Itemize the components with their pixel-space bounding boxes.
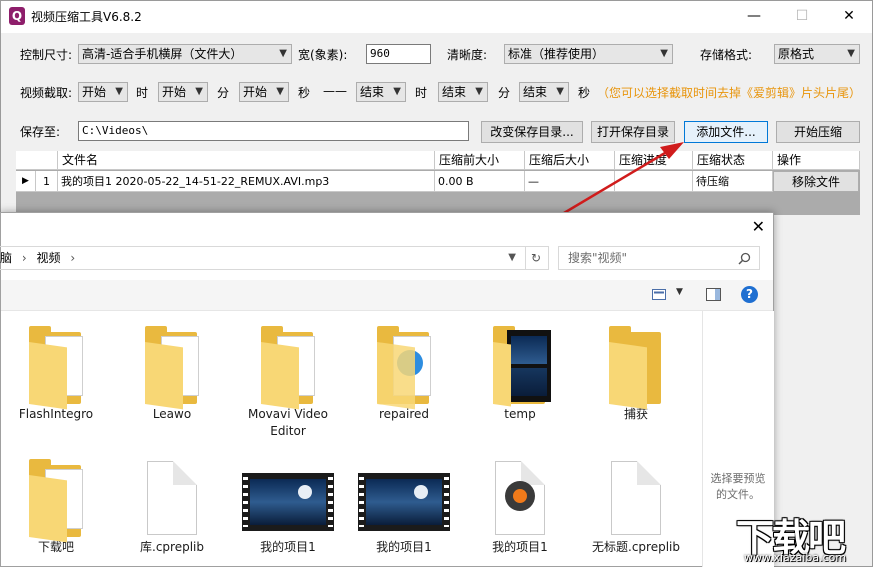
item-label: 下载吧 <box>37 540 74 554</box>
file-item[interactable]: 库.cpreplib <box>120 459 224 556</box>
item-label: 我的项目1 <box>260 540 316 554</box>
document-icon <box>605 459 667 537</box>
dialog-toolbar: ▼ ? <box>1 280 773 311</box>
item-label: 无标题.cpreplib <box>592 540 680 554</box>
document-icon <box>141 459 203 537</box>
folder-item[interactable]: Movavi Video Editor <box>236 326 340 440</box>
file-item[interactable]: 我的项目1 <box>468 459 572 556</box>
search-input[interactable]: 搜索"视频" <box>558 246 760 270</box>
folder-item[interactable]: temp <box>468 326 572 423</box>
folder-item[interactable]: 捕获 <box>584 326 688 423</box>
preview-pane-icon[interactable] <box>706 288 721 301</box>
item-label: FlashIntegro <box>18 407 94 421</box>
item-label: repaired <box>378 407 430 421</box>
file-item[interactable]: 无标题.cpreplib <box>584 459 688 556</box>
folder-item[interactable]: FlashIntegro <box>4 326 108 423</box>
address-bar[interactable]: 脑 › 视频 › ▼ ↻ <box>0 246 549 270</box>
search-icon[interactable] <box>738 252 751 265</box>
watermark-logo: 下载吧 www.xiazaiba.com <box>736 507 870 565</box>
item-label: Leawo <box>152 407 192 421</box>
file-item[interactable]: 我的项目1 <box>236 459 340 555</box>
dialog-close-icon[interactable]: ✕ <box>752 217 765 236</box>
view-options-icon[interactable] <box>652 289 666 300</box>
refresh-icon[interactable]: ↻ <box>525 247 546 269</box>
folder-item[interactable]: Leawo <box>120 326 224 423</box>
help-icon[interactable]: ? <box>741 286 758 303</box>
item-label: Movavi Video Editor <box>247 407 329 438</box>
breadcrumb-item[interactable]: 视频 <box>36 251 60 265</box>
chevron-right-icon: › <box>21 251 27 265</box>
chevron-right-icon: › <box>70 251 76 265</box>
breadcrumb-item[interactable]: 脑 <box>0 251 12 265</box>
history-dropdown-icon[interactable]: ▼ <box>508 247 516 269</box>
arrow-head <box>660 142 684 159</box>
search-placeholder: 搜索"视频" <box>568 251 628 265</box>
open-file-dialog: ✕ 脑 › 视频 › ▼ ↻ 搜索"视频" ▼ ? 选择要预览的文件。 Flas… <box>0 212 774 567</box>
media-file-icon <box>489 459 551 537</box>
video-thumbnail-icon <box>358 473 450 531</box>
folder-icon <box>605 326 667 410</box>
folder-item[interactable]: 下载吧 <box>4 459 108 556</box>
folder-item[interactable]: repaired <box>352 326 456 423</box>
item-label: 我的项目1 <box>492 540 548 554</box>
folder-ie-icon <box>373 326 435 410</box>
folder-icon <box>257 326 319 410</box>
video-thumbnail-icon <box>242 473 334 531</box>
item-label: 我的项目1 <box>376 540 432 554</box>
item-label: temp <box>504 407 536 421</box>
folder-icon <box>25 326 87 410</box>
watermark-url: www.xiazaiba.com <box>744 551 847 564</box>
folder-icon <box>25 459 87 543</box>
folder-icon <box>141 326 203 410</box>
file-item[interactable]: 我的项目1 <box>352 459 456 555</box>
folder-video-icon <box>489 326 551 407</box>
preview-hint: 选择要预览的文件。 <box>710 472 766 501</box>
item-label: 库.cpreplib <box>140 540 204 554</box>
item-label: 捕获 <box>623 407 648 421</box>
chevron-down-icon[interactable]: ▼ <box>676 287 683 297</box>
